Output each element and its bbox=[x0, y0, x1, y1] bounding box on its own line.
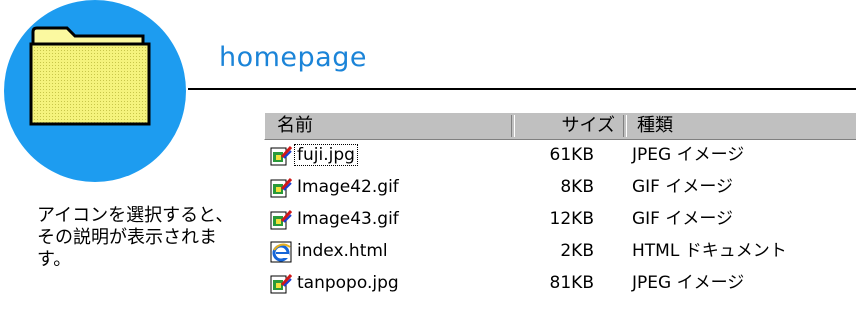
ie-document-icon[interactable] bbox=[270, 241, 292, 263]
file-type: GIF イメージ bbox=[632, 177, 734, 197]
file-size: 12KB bbox=[549, 209, 594, 229]
column-header-name[interactable]: 名前 bbox=[277, 114, 313, 138]
file-size: 2KB bbox=[560, 241, 594, 261]
file-name[interactable]: Image42.gif bbox=[295, 177, 401, 197]
folder-icon bbox=[29, 26, 151, 126]
file-list: 名前 サイズ 種類 fuji.jpg 61KB JPEG イメージ Image42.g… bbox=[264, 112, 856, 300]
file-name[interactable]: index.html bbox=[295, 241, 390, 261]
file-row[interactable]: Image42.gif 8KB GIF イメージ bbox=[264, 172, 856, 204]
list-header: 名前 サイズ 種類 bbox=[264, 112, 856, 140]
file-type: HTML ドキュメント bbox=[632, 241, 787, 261]
image-file-icon[interactable] bbox=[270, 209, 293, 231]
image-file-icon[interactable] bbox=[270, 145, 293, 167]
file-type: JPEG イメージ bbox=[632, 273, 745, 293]
file-row[interactable]: Image43.gif 12KB GIF イメージ bbox=[264, 204, 856, 236]
file-row[interactable]: fuji.jpg 61KB JPEG イメージ bbox=[264, 140, 856, 172]
folder-title: homepage bbox=[219, 42, 367, 73]
file-name[interactable]: Image43.gif bbox=[295, 209, 401, 229]
column-header-type[interactable]: 種類 bbox=[637, 114, 673, 138]
file-name[interactable]: fuji.jpg bbox=[294, 144, 358, 166]
image-file-icon[interactable] bbox=[270, 273, 293, 295]
description-text: アイコンを選択すると、その説明が表示されます。 bbox=[37, 205, 234, 270]
file-size: 8KB bbox=[560, 177, 594, 197]
file-size: 81KB bbox=[549, 273, 594, 293]
file-row[interactable]: index.html 2KB HTML ドキュメント bbox=[264, 236, 856, 268]
file-size: 61KB bbox=[549, 145, 594, 165]
file-type: JPEG イメージ bbox=[632, 145, 745, 165]
column-header-size[interactable]: サイズ bbox=[555, 114, 615, 138]
column-separator[interactable] bbox=[623, 115, 627, 137]
image-file-icon[interactable] bbox=[270, 177, 293, 199]
title-divider bbox=[188, 88, 856, 90]
column-separator[interactable] bbox=[511, 115, 515, 137]
file-name[interactable]: tanpopo.jpg bbox=[295, 273, 401, 293]
file-row[interactable]: tanpopo.jpg 81KB JPEG イメージ bbox=[264, 268, 856, 300]
file-type: GIF イメージ bbox=[632, 209, 734, 229]
